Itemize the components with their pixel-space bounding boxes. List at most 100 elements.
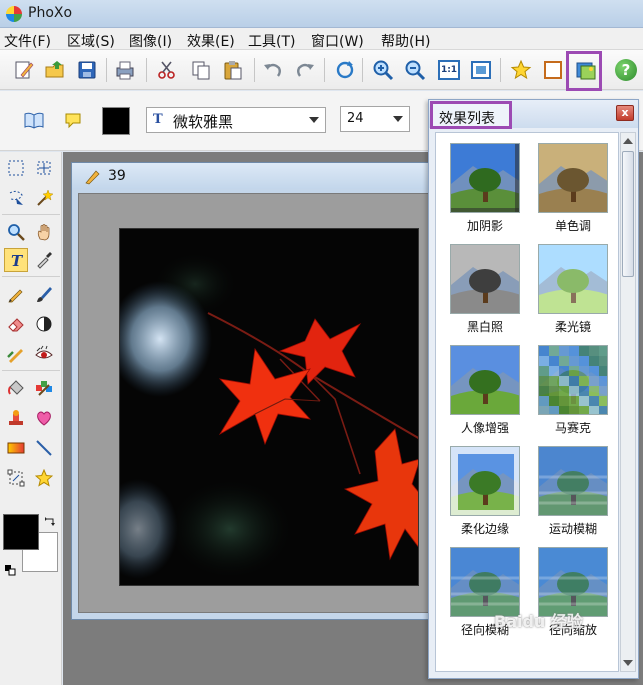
rotate-icon[interactable] [332, 57, 358, 83]
heart-shape-icon[interactable] [32, 406, 56, 430]
effect-thumbnail[interactable] [450, 345, 520, 415]
document-window[interactable]: 39 [71, 162, 443, 620]
font-family-select[interactable]: T 微软雅黑 [146, 107, 326, 133]
eyedropper-icon[interactable] [32, 248, 56, 272]
effect-label: 柔光镜 [554, 320, 591, 334]
foreground-color-swatch[interactable] [3, 514, 39, 550]
effect-thumbnail[interactable] [538, 446, 608, 516]
pencil-doc-icon [84, 167, 102, 189]
hand-tool-icon[interactable] [32, 220, 56, 244]
move-tool-icon[interactable] [32, 156, 56, 180]
menu-window[interactable]: 窗口(W) [311, 31, 364, 51]
effect-label: 加阴影 [466, 219, 503, 233]
menu-selection[interactable]: 区域(S) [67, 31, 115, 51]
smudge-tool-icon[interactable] [4, 342, 28, 366]
effects-scrollbar[interactable] [620, 132, 636, 672]
scrollbar-thumb[interactable] [622, 151, 634, 277]
close-icon[interactable]: x [616, 105, 634, 121]
copy-icon[interactable] [188, 57, 214, 83]
font-family-value: 微软雅黑 [173, 113, 234, 131]
favorite-star-icon[interactable] [508, 57, 534, 83]
swap-colors-icon[interactable] [44, 516, 56, 532]
effect-thumbnail[interactable] [538, 345, 608, 415]
document-titlebar[interactable]: 39 [72, 163, 442, 189]
menu-tools[interactable]: 工具(T) [248, 31, 295, 51]
magic-wand-icon[interactable] [32, 186, 56, 210]
menu-effects[interactable]: 效果(E) [187, 31, 235, 51]
truetype-font-icon: T [153, 112, 163, 127]
effect-item[interactable]: 人像增强 [442, 339, 526, 437]
pencil-icon[interactable] [4, 282, 28, 306]
eraser-icon[interactable] [4, 312, 28, 336]
fit-window-icon[interactable] [468, 57, 494, 83]
rect-select-icon[interactable] [4, 156, 28, 180]
canvas-image[interactable] [119, 228, 419, 586]
star-shape-icon[interactable] [32, 466, 56, 490]
brush-icon[interactable] [32, 282, 56, 306]
clone-stamp-icon[interactable] [4, 406, 28, 430]
chevron-down-icon[interactable] [393, 116, 403, 122]
font-size-select[interactable]: 24 [340, 106, 410, 132]
effect-item[interactable]: 运动模糊 [530, 440, 614, 538]
open-folder-icon[interactable] [42, 57, 68, 83]
effect-thumbnail[interactable] [538, 244, 608, 314]
menu-bar: 文件(F) 区域(S) 图像(I) 效果(E) 工具(T) 窗口(W) 帮助(H… [0, 28, 643, 50]
chevron-down-icon[interactable] [309, 117, 319, 123]
menu-image[interactable]: 图像(I) [129, 31, 172, 51]
effect-thumbnail[interactable] [450, 547, 520, 617]
effect-thumbnail[interactable] [450, 446, 520, 516]
print-icon[interactable] [112, 57, 138, 83]
bucket-fill-icon[interactable] [4, 376, 28, 400]
speech-bubble-icon[interactable] [64, 111, 82, 133]
window-title: PhoXo [28, 5, 73, 21]
frame-icon[interactable] [540, 57, 566, 83]
zoom-out-icon[interactable] [402, 57, 428, 83]
effect-thumbnail[interactable] [450, 244, 520, 314]
gradient-icon[interactable] [4, 436, 28, 460]
cut-icon[interactable] [154, 57, 180, 83]
lasso-select-icon[interactable] [4, 186, 28, 210]
scroll-down-icon[interactable] [623, 660, 633, 666]
effect-label: 运动模糊 [548, 522, 597, 536]
undo-icon[interactable] [260, 57, 286, 83]
redo-icon[interactable] [292, 57, 318, 83]
palette-separator [2, 214, 60, 215]
line-tool-icon[interactable] [32, 436, 56, 460]
effect-item[interactable]: 单色调 [530, 137, 614, 235]
save-icon[interactable] [74, 57, 100, 83]
effect-item[interactable]: 加阴影 [442, 137, 526, 235]
effect-thumbnail[interactable] [538, 547, 608, 617]
effects-list-panel: 效果列表 x 加阴影 单色调 黑白照 柔光镜 人像增强 马赛克 柔化边缘 运动模糊 径向模糊 径向… [428, 99, 639, 679]
effect-label: 单色调 [554, 219, 591, 233]
menu-file[interactable]: 文件(F) [4, 31, 51, 51]
color-replace-icon[interactable] [32, 376, 56, 400]
effect-item[interactable]: 黑白照 [442, 238, 526, 336]
new-file-icon[interactable] [10, 57, 36, 83]
tool-palette: T [0, 152, 62, 685]
help-icon[interactable]: ? [613, 57, 639, 83]
zoom-tool-icon[interactable] [4, 220, 28, 244]
effects-grid: 加阴影 单色调 黑白照 柔光镜 人像增强 马赛克 柔化边缘 运动模糊 径向模糊 径向缩放 [435, 132, 619, 672]
effects-button-highlight [566, 51, 602, 91]
reset-colors-icon[interactable] [4, 564, 16, 580]
scroll-up-icon[interactable] [623, 138, 633, 144]
font-size-value: 24 [347, 111, 364, 126]
contrast-icon[interactable] [32, 312, 56, 336]
effect-item[interactable]: 马赛克 [530, 339, 614, 437]
text-color-swatch[interactable] [102, 107, 130, 135]
help-label: ? [615, 59, 637, 81]
effect-label: 人像增强 [460, 421, 509, 435]
phoxo-logo-icon [6, 6, 22, 22]
effect-thumbnail[interactable] [538, 143, 608, 213]
red-eye-icon[interactable] [32, 342, 56, 366]
book-icon[interactable] [24, 111, 44, 133]
zoom-in-icon[interactable] [370, 57, 396, 83]
menu-help[interactable]: 帮助(H) [381, 31, 430, 51]
transform-icon[interactable] [4, 466, 28, 490]
paste-icon[interactable] [220, 57, 246, 83]
text-tool-icon[interactable]: T [4, 248, 28, 272]
zoom-actual-size-icon[interactable]: 1:1 [436, 57, 462, 83]
effect-item[interactable]: 柔化边缘 [442, 440, 526, 538]
effect-item[interactable]: 柔光镜 [530, 238, 614, 336]
effect-thumbnail[interactable] [450, 143, 520, 213]
